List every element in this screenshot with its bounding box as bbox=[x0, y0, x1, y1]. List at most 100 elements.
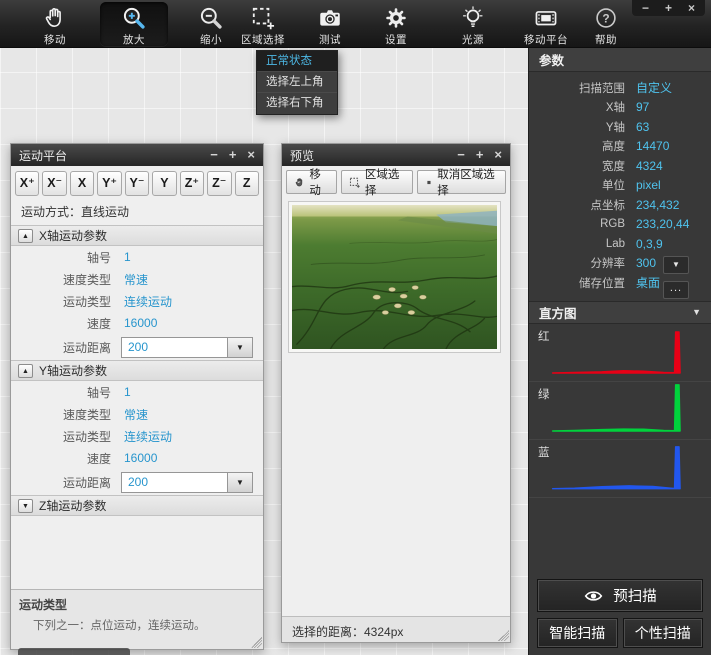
y-axis-value: 63 bbox=[636, 120, 649, 134]
resize-grip[interactable] bbox=[498, 630, 509, 641]
red-histogram-chart bbox=[529, 324, 711, 381]
window-close-button[interactable]: × bbox=[688, 1, 695, 15]
custom-scan-button[interactable]: 个性扫描 bbox=[623, 618, 704, 648]
motion-panel-titlebar[interactable]: 运动平台 − + × bbox=[11, 144, 263, 166]
toolbar-item-move[interactable]: 移动 bbox=[21, 2, 89, 46]
param-label: Y轴 bbox=[529, 119, 625, 135]
toolbar-item-zoom-in[interactable]: 放大 bbox=[100, 2, 168, 46]
axis-button-x-plus[interactable]: X⁺ bbox=[15, 171, 39, 196]
axis-button-z[interactable]: Z bbox=[235, 171, 259, 196]
panel-maximize-button[interactable]: + bbox=[476, 145, 484, 165]
preview-cancel-region-button[interactable]: 取消区域选择 bbox=[417, 170, 506, 194]
toolbar-label: 帮助 bbox=[572, 32, 640, 47]
window-maximize-button[interactable]: + bbox=[665, 1, 672, 15]
preview-panel: 预览 − + × 移动 区域选择 取消区域选择 bbox=[281, 143, 511, 643]
chevron-down-icon[interactable]: ▼ bbox=[227, 473, 252, 492]
resolution-dropdown-button[interactable]: ▼ bbox=[663, 256, 689, 274]
preview-panel-titlebar[interactable]: 预览 − + × bbox=[282, 144, 510, 166]
x-axis-value: 97 bbox=[636, 100, 649, 114]
expand-icon[interactable]: ▼ bbox=[18, 499, 33, 513]
param-label: 宽度 bbox=[529, 158, 625, 174]
toolbar-item-test[interactable]: 测试 bbox=[296, 2, 364, 46]
panel-close-button[interactable]: × bbox=[494, 145, 502, 165]
selected-distance-label: 选择的距离：4324px bbox=[292, 625, 403, 639]
preview-image[interactable] bbox=[288, 201, 501, 353]
preview-region-select-button[interactable]: 区域选择 bbox=[341, 170, 413, 194]
toolbar-label: 移动平台 bbox=[512, 32, 580, 47]
toolbar-label: 区域选择 bbox=[229, 32, 297, 47]
param-label: 单位 bbox=[529, 177, 625, 193]
menu-item-normal-state[interactable]: 正常状态 bbox=[257, 51, 337, 72]
section-title: Z轴运动参数 bbox=[39, 497, 106, 514]
panel-maximize-button[interactable]: + bbox=[229, 145, 237, 165]
axis-button-x[interactable]: X bbox=[70, 171, 94, 196]
preview-canvas[interactable] bbox=[282, 198, 510, 616]
panel-minimize-button[interactable]: − bbox=[457, 145, 465, 165]
axis-button-z-minus[interactable]: Z⁻ bbox=[207, 171, 231, 196]
param-value[interactable]: 16000 bbox=[124, 316, 157, 330]
axis-button-y-plus[interactable]: Y⁺ bbox=[97, 171, 121, 196]
landscape-photo bbox=[292, 205, 497, 349]
param-label: 运动类型 bbox=[11, 293, 111, 310]
axis-button-y[interactable]: Y bbox=[152, 171, 176, 196]
panel-close-button[interactable]: × bbox=[247, 145, 255, 165]
motion-type-hint-box: 运动类型 下列之一：点位运动，连续运动。 bbox=[11, 589, 263, 649]
toolbar-label: 设置 bbox=[362, 32, 430, 47]
button-label: 预扫描 bbox=[613, 585, 657, 606]
scan-range-value[interactable]: 自定义 bbox=[636, 79, 672, 96]
hand-icon bbox=[294, 176, 305, 189]
resize-grip[interactable] bbox=[251, 637, 262, 648]
toolbar-item-light[interactable]: 光源 bbox=[439, 2, 507, 46]
camera-icon bbox=[296, 5, 364, 32]
param-value[interactable]: 连续运动 bbox=[124, 293, 172, 310]
param-value[interactable]: 连续运动 bbox=[124, 428, 172, 445]
toolbar-item-region-select[interactable]: 区域选择 bbox=[229, 2, 297, 46]
param-value[interactable]: 16000 bbox=[124, 451, 157, 465]
smart-scan-button[interactable]: 智能扫描 bbox=[537, 618, 618, 648]
collapse-icon[interactable]: ▲ bbox=[18, 364, 33, 378]
axis-button-x-minus[interactable]: X⁻ bbox=[42, 171, 66, 196]
toolbar-item-move-platform[interactable]: 移动平台 bbox=[512, 2, 580, 46]
axis-button-y-minus[interactable]: Y⁻ bbox=[125, 171, 149, 196]
distance-value: 200 bbox=[122, 473, 227, 492]
distance-select-y[interactable]: 200 ▼ bbox=[121, 472, 253, 493]
axis-button-z-plus[interactable]: Z⁺ bbox=[180, 171, 204, 196]
section-header-x-axis[interactable]: ▲ X轴运动参数 bbox=[11, 225, 263, 246]
button-label: 智能扫描 bbox=[549, 623, 605, 643]
param-label: 速度类型 bbox=[11, 406, 111, 423]
section-header-y-axis[interactable]: ▲ Y轴运动参数 bbox=[11, 360, 263, 381]
resolution-value[interactable]: 300 bbox=[636, 256, 656, 270]
menu-item-select-bottom-right[interactable]: 选择右下角 bbox=[257, 93, 337, 114]
param-value[interactable]: 1 bbox=[124, 250, 131, 264]
param-value[interactable]: 常速 bbox=[124, 271, 148, 288]
prescan-button[interactable]: 预扫描 bbox=[537, 579, 703, 612]
toolbar-item-help[interactable]: ? 帮助 bbox=[572, 2, 640, 46]
toolbar-label: 光源 bbox=[439, 32, 507, 47]
rgb-value: 233,20,44 bbox=[636, 217, 689, 231]
distance-value: 200 bbox=[122, 338, 227, 357]
param-label: 运动距离 bbox=[11, 474, 111, 491]
toolbar-label: 移动 bbox=[21, 32, 89, 47]
channel-label: 绿 bbox=[538, 386, 550, 402]
application-window: 移动 放大 缩小 区域选择 测试 bbox=[0, 0, 711, 655]
distance-select-x[interactable]: 200 ▼ bbox=[121, 337, 253, 358]
toolbar-item-settings[interactable]: 设置 bbox=[362, 2, 430, 46]
panel-title: 预览 bbox=[290, 147, 446, 164]
storage-browse-button[interactable]: ... bbox=[663, 281, 689, 299]
eye-icon bbox=[583, 588, 604, 604]
preview-toolbar: 移动 区域选择 取消区域选择 bbox=[282, 166, 510, 198]
section-header-z-axis[interactable]: ▼ Z轴运动参数 bbox=[11, 495, 263, 516]
cancel-region-icon bbox=[425, 178, 433, 187]
param-value[interactable]: 1 bbox=[124, 385, 131, 399]
param-value[interactable]: 常速 bbox=[124, 406, 148, 423]
menu-item-select-top-left[interactable]: 选择左上角 bbox=[257, 72, 337, 93]
motion-mode-label: 运动方式：直线运动 bbox=[11, 200, 263, 225]
panel-minimize-button[interactable]: − bbox=[210, 145, 218, 165]
parameters-title: 参数 bbox=[539, 50, 564, 69]
collapse-icon[interactable]: ▲ bbox=[18, 229, 33, 243]
storage-location-value[interactable]: 桌面 bbox=[636, 274, 660, 291]
chevron-down-icon[interactable]: ▼ bbox=[692, 307, 701, 317]
window-minimize-button[interactable]: − bbox=[642, 1, 649, 15]
chevron-down-icon[interactable]: ▼ bbox=[227, 338, 252, 357]
preview-move-button[interactable]: 移动 bbox=[286, 170, 337, 194]
